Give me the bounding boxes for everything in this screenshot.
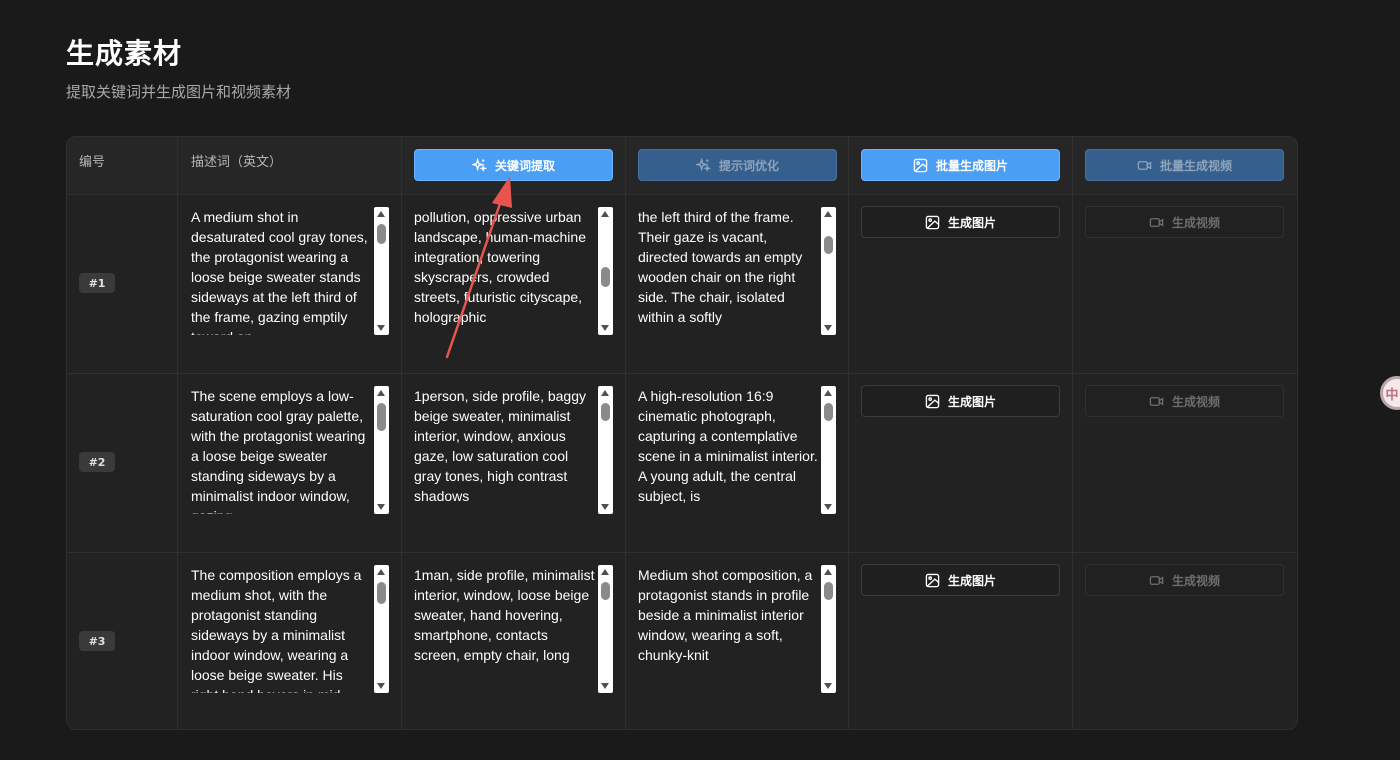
generate-video-label: 生成视频: [1171, 573, 1220, 588]
page-header: 生成素材 提取关键词并生成图片和视频素材: [66, 36, 291, 102]
generate-image-button[interactable]: 生成图片: [861, 206, 1060, 238]
batch-generate-images-button[interactable]: 批量生成图片: [861, 149, 1060, 181]
optimized-prompt-textarea[interactable]: the left third of the frame. Their gaze …: [638, 207, 836, 335]
image-icon: [913, 158, 928, 172]
batch-generate-videos-button[interactable]: 批量生成视频: [1085, 149, 1284, 181]
sparkle-icon: [471, 157, 487, 172]
optimized-scrollbar[interactable]: [821, 565, 836, 693]
keywords-textarea[interactable]: 1man, side profile, minimalist interior,…: [414, 565, 612, 693]
generate-image-label: 生成图片: [947, 394, 996, 409]
header-description: 描述词（英文）: [191, 155, 283, 170]
materials-table: 编号 描述词（英文） 关键词提取 提示词优化 批量生成图片 批量生成视频 #1 …: [66, 136, 1298, 730]
description-textarea[interactable]: The scene employs a low-saturation cool …: [191, 386, 389, 514]
image-icon: [925, 394, 940, 408]
row-number-badge: #3: [79, 631, 115, 651]
optimized-prompt-textarea[interactable]: Medium shot composition, a protagonist s…: [638, 565, 836, 693]
extract-keywords-button[interactable]: 关键词提取: [414, 149, 613, 181]
video-camera-icon: [1149, 575, 1164, 585]
keywords-scrollbar[interactable]: [598, 386, 613, 514]
keywords-textarea[interactable]: pollution, oppressive urban landscape, h…: [414, 207, 612, 335]
generate-video-button[interactable]: 生成视频: [1085, 206, 1284, 238]
video-camera-icon: [1137, 160, 1152, 170]
generate-image-button[interactable]: 生成图片: [861, 385, 1060, 417]
generate-image-label: 生成图片: [947, 573, 996, 588]
page-subtitle: 提取关键词并生成图片和视频素材: [66, 83, 292, 101]
optimize-prompt-label: 提示词优化: [718, 158, 779, 173]
image-icon: [925, 215, 940, 229]
optimized-prompt-textarea[interactable]: A high-resolution 16:9 cinematic photogr…: [638, 386, 836, 514]
generate-video-button[interactable]: 生成视频: [1085, 385, 1284, 417]
keywords-scrollbar[interactable]: [598, 565, 613, 693]
description-textarea[interactable]: The composition employs a medium shot, w…: [191, 565, 389, 693]
keywords-scrollbar[interactable]: [598, 207, 613, 335]
row-number-badge: #2: [79, 452, 115, 472]
sparkle-icon: [695, 157, 711, 172]
generate-image-label: 生成图片: [947, 215, 996, 230]
generate-video-label: 生成视频: [1171, 394, 1220, 409]
optimized-scrollbar[interactable]: [821, 207, 836, 335]
extract-keywords-label: 关键词提取: [494, 158, 555, 173]
keywords-textarea[interactable]: 1person, side profile, baggy beige sweat…: [414, 386, 612, 514]
generate-video-label: 生成视频: [1171, 215, 1220, 230]
optimize-prompt-button[interactable]: 提示词优化: [638, 149, 837, 181]
description-scrollbar[interactable]: [374, 207, 389, 335]
batch-generate-videos-label: 批量生成视频: [1159, 158, 1232, 173]
page-title: 生成素材: [66, 37, 183, 70]
side-widget-label: 中: [1385, 387, 1399, 403]
header-number: 编号: [79, 155, 106, 170]
generate-image-button[interactable]: 生成图片: [861, 564, 1060, 596]
description-textarea[interactable]: A medium shot in desaturated cool gray t…: [191, 207, 389, 335]
generate-video-button[interactable]: 生成视频: [1085, 564, 1284, 596]
row-number-badge: #1: [79, 273, 115, 293]
batch-generate-images-label: 批量生成图片: [935, 158, 1008, 173]
image-icon: [925, 573, 940, 587]
optimized-scrollbar[interactable]: [821, 386, 836, 514]
description-scrollbar[interactable]: [374, 565, 389, 693]
description-scrollbar[interactable]: [374, 386, 389, 514]
video-camera-icon: [1149, 396, 1164, 406]
side-floating-widget[interactable]: 中: [1380, 376, 1400, 410]
video-camera-icon: [1149, 217, 1164, 227]
